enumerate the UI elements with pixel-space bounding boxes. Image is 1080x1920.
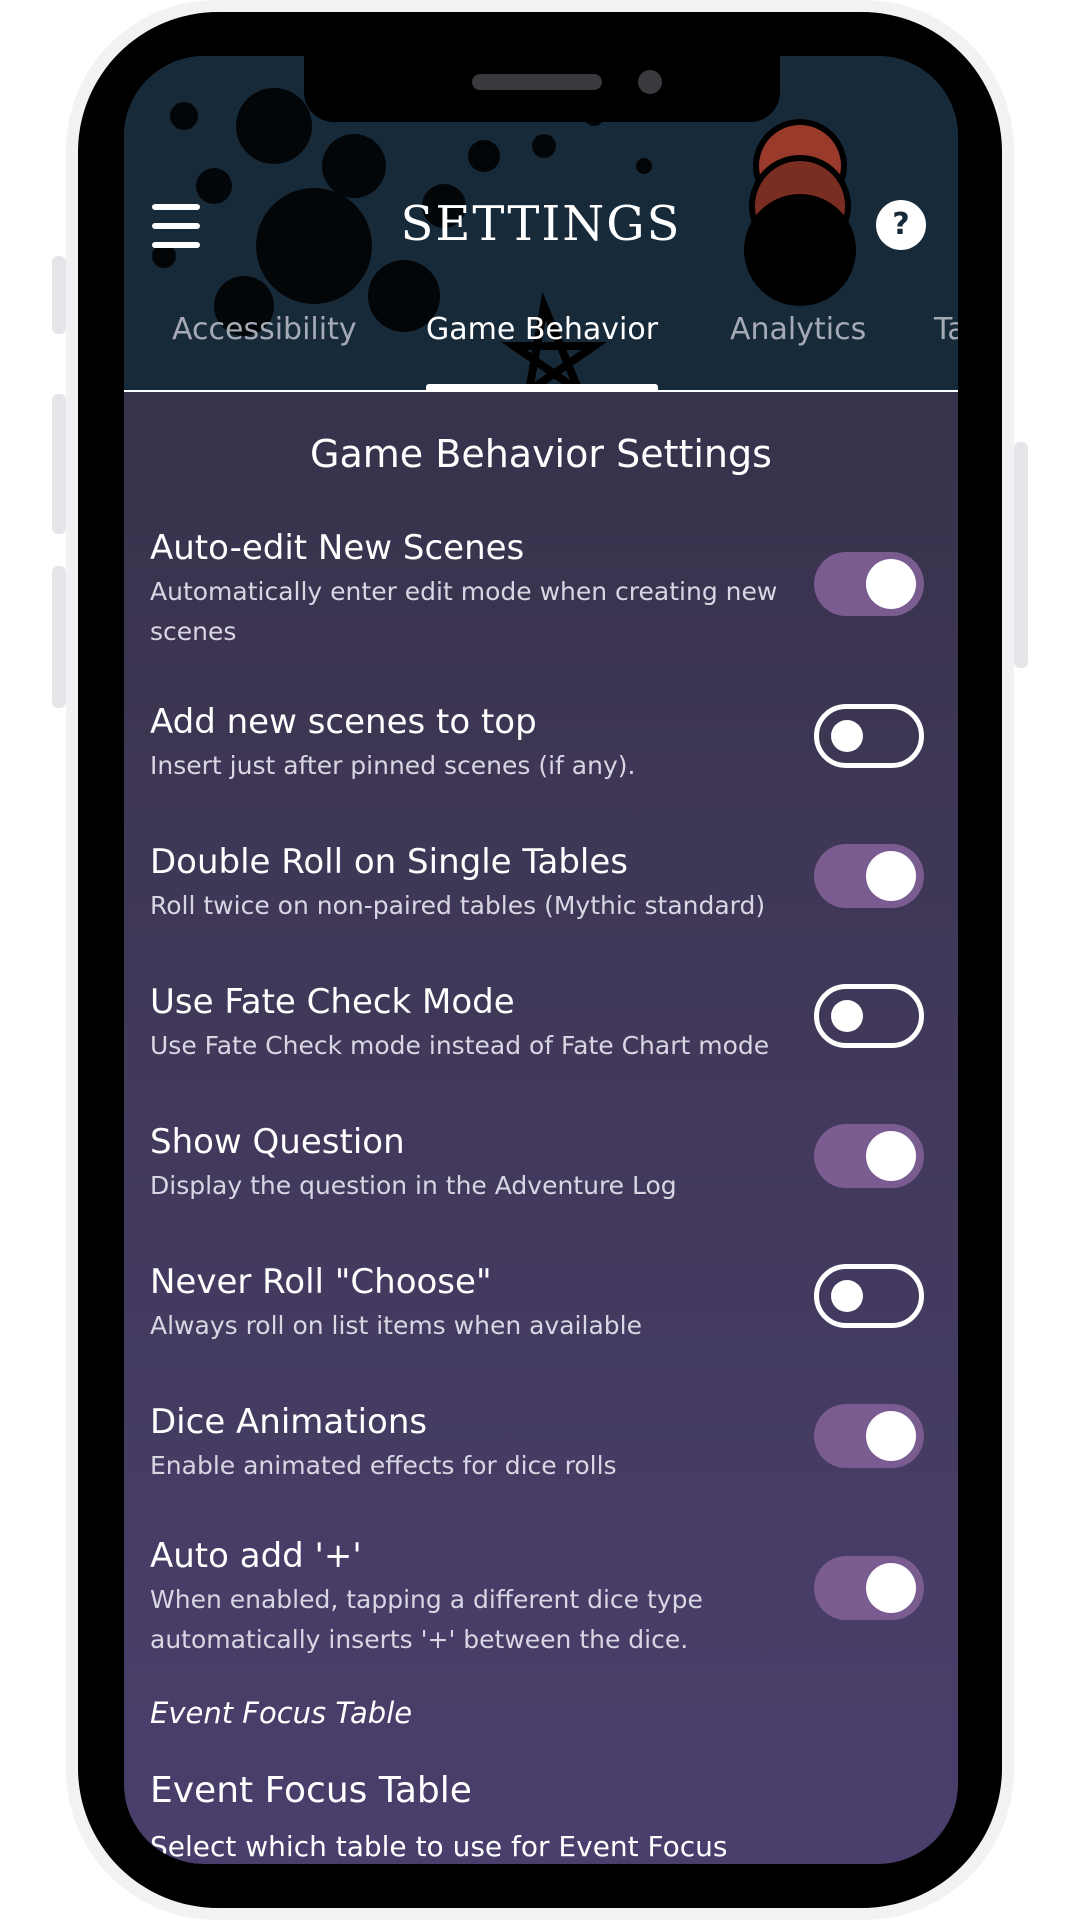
side-button-right <box>1014 442 1028 668</box>
app-screen: SETTINGS ? Accessibility Game Behavior A… <box>124 56 958 1864</box>
setting-description: Automatically enter edit mode when creat… <box>150 577 778 646</box>
page-title: SETTINGS <box>400 196 682 252</box>
side-button-left-1 <box>52 256 66 334</box>
toggle-never-roll-choose[interactable] <box>814 1264 924 1328</box>
setting-description: Use Fate Check mode instead of Fate Char… <box>150 1031 770 1060</box>
event-focus-subheader: Event Focus Table <box>150 1696 413 1730</box>
toggle-auto-add-plus[interactable] <box>814 1556 924 1620</box>
app-header: SETTINGS ? Accessibility Game Behavior A… <box>124 56 958 392</box>
help-icon[interactable]: ? <box>876 200 926 250</box>
speaker-grille <box>472 74 602 90</box>
setting-description: Enable animated effects for dice rolls <box>150 1451 617 1480</box>
setting-description: Always roll on list items when available <box>150 1311 642 1340</box>
event-focus-title: Event Focus Table <box>150 1770 472 1811</box>
tab-bar: Accessibility Game Behavior Analytics Ta <box>124 312 958 392</box>
tab-analytics[interactable]: Analytics <box>730 312 866 347</box>
section-title: Game Behavior Settings <box>310 432 772 476</box>
setting-description: Display the question in the Adventure Lo… <box>150 1171 677 1200</box>
toggle-dice-animations[interactable] <box>814 1404 924 1468</box>
setting-description: Roll twice on non-paired tables (Mythic … <box>150 891 766 920</box>
toggle-double-roll[interactable] <box>814 844 924 908</box>
phone-notch <box>304 56 780 122</box>
event-focus-description: Select which table to use for Event Focu… <box>150 1830 728 1863</box>
side-button-left-2 <box>52 394 66 534</box>
tab-game-behavior[interactable]: Game Behavior <box>426 312 658 347</box>
header-divider <box>124 390 958 392</box>
setting-description: Insert just after pinned scenes (if any)… <box>150 751 636 780</box>
side-button-left-3 <box>52 566 66 708</box>
tab-accessibility[interactable]: Accessibility <box>172 312 357 347</box>
toggle-fate-check-mode[interactable] <box>814 984 924 1048</box>
toggle-show-question[interactable] <box>814 1124 924 1188</box>
toggle-auto-edit-new-scenes[interactable] <box>814 552 924 616</box>
toggle-add-new-scenes-to-top[interactable] <box>814 704 924 768</box>
front-camera <box>638 70 662 94</box>
setting-description: When enabled, tapping a different dice t… <box>150 1585 703 1654</box>
tab-partial[interactable]: Ta <box>934 312 958 347</box>
